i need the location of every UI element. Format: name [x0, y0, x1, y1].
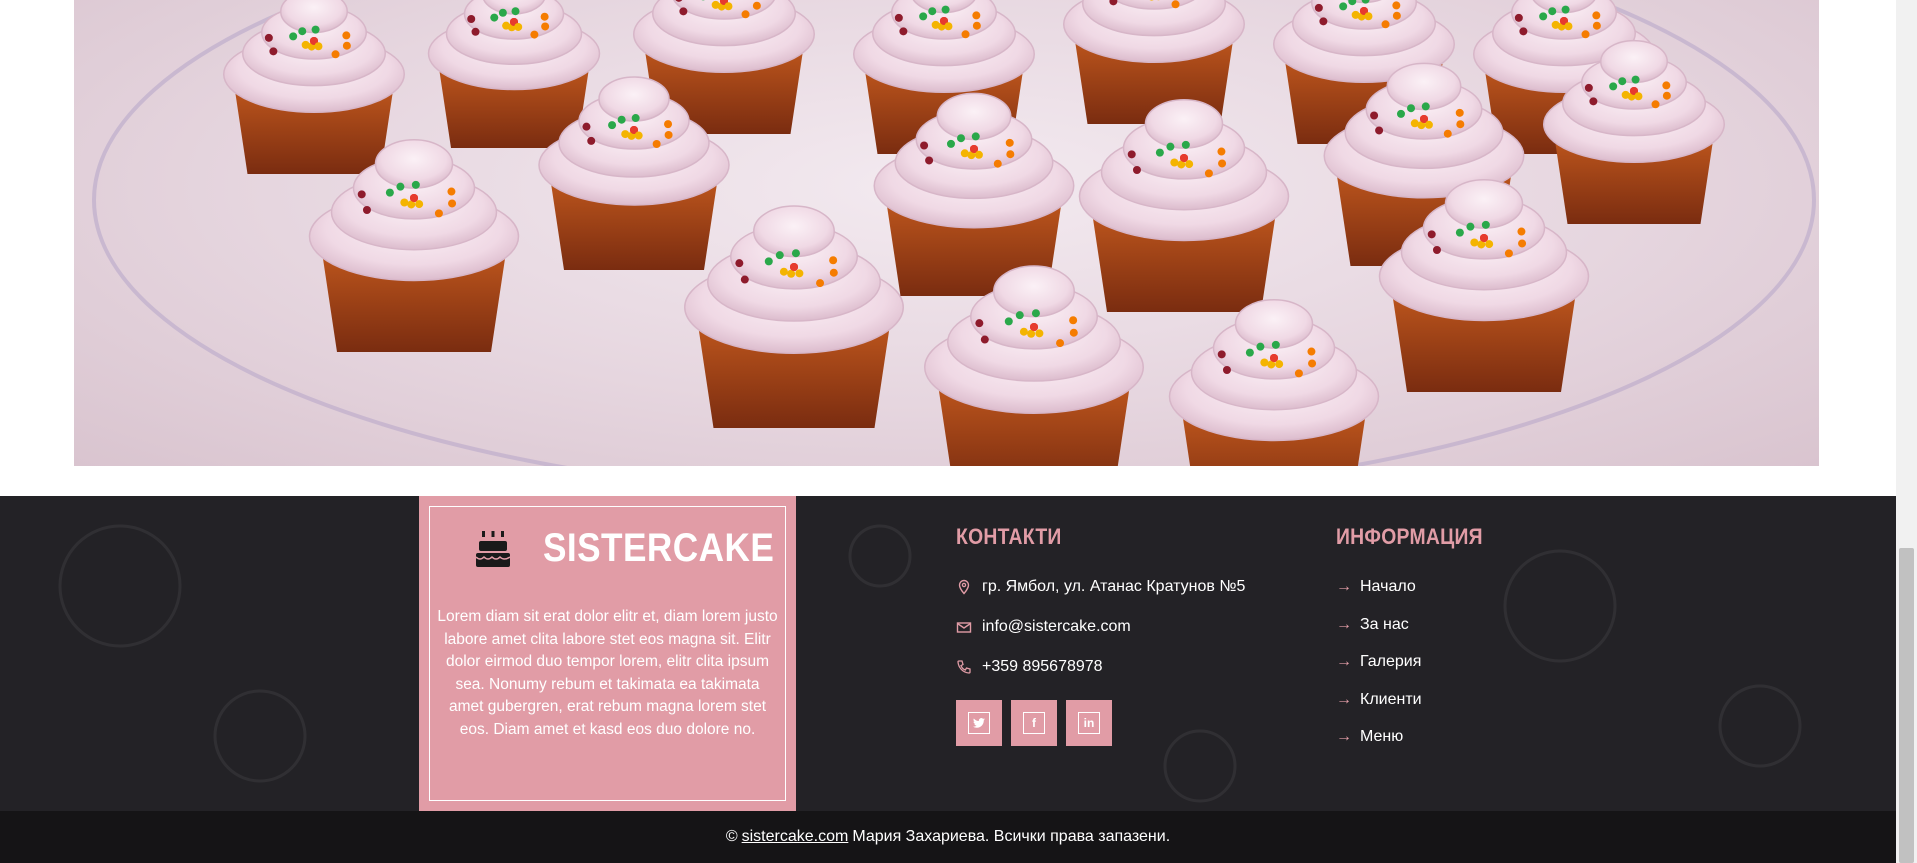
copyright-symbol: © — [725, 828, 738, 845]
contact-email[interactable]: info@sistercake.com — [956, 618, 1131, 636]
contacts-title: КОНТАКТИ — [956, 524, 1062, 549]
address-text: гр. Ямбол, ул. Атанас Кратунов №5 — [982, 578, 1246, 595]
arrow-right-icon: → — [1336, 691, 1352, 708]
scrollbar-thumb[interactable] — [1899, 548, 1914, 863]
brand-logo[interactable]: SISTERCAKE — [475, 526, 806, 571]
arrow-right-icon: → — [1336, 653, 1352, 670]
footer-link-label: За нас — [1360, 616, 1409, 633]
footer-link-label: Начало — [1360, 578, 1416, 595]
contact-phone[interactable]: +359 895678978 — [956, 658, 1103, 676]
footer-link-about[interactable]: → За нас — [1336, 616, 1409, 634]
twitter-icon — [968, 712, 990, 734]
footer-link-clients[interactable]: → Клиенти — [1336, 691, 1422, 709]
gallery-section — [0, 0, 1896, 496]
footer-link-menu[interactable]: → Меню — [1336, 728, 1403, 746]
arrow-right-icon: → — [1336, 728, 1352, 745]
copyright-bar: © sistercake.com Мария Захариева. Всички… — [0, 811, 1896, 863]
facebook-icon: f — [1023, 712, 1045, 734]
linkedin-icon: in — [1078, 712, 1100, 734]
brand-name: SISTERCAKE — [543, 526, 775, 570]
contact-address: гр. Ямбол, ул. Атанас Кратунов №5 — [956, 578, 1245, 596]
linkedin-button[interactable]: in — [1066, 700, 1112, 746]
envelope-icon — [956, 622, 972, 633]
arrow-right-icon: → — [1336, 578, 1352, 595]
twitter-button[interactable] — [956, 700, 1002, 746]
brand-card: SISTERCAKE Lorem diam sit erat dolor eli… — [419, 496, 796, 811]
footer-link-label: Клиенти — [1360, 691, 1422, 708]
facebook-button[interactable]: f — [1011, 700, 1057, 746]
map-marker-icon — [958, 579, 970, 595]
cupcakes-photo — [74, 0, 1819, 466]
email-text[interactable]: info@sistercake.com — [982, 618, 1131, 636]
footer-link-gallery[interactable]: → Галерия — [1336, 653, 1421, 671]
footer: SISTERCAKE Lorem diam sit erat dolor eli… — [0, 496, 1896, 811]
footer-link-home[interactable]: → Начало — [1336, 578, 1416, 596]
phone-text[interactable]: +359 895678978 — [982, 658, 1103, 676]
arrow-right-icon: → — [1336, 616, 1352, 633]
footer-pattern — [58, 524, 1802, 803]
footer-link-label: Меню — [1360, 728, 1404, 745]
footer-link-label: Галерия — [1360, 653, 1422, 670]
birthday-cake-icon — [475, 530, 511, 567]
site-link[interactable]: sistercake.com — [742, 828, 849, 846]
info-title: ИНФОРМАЦИЯ — [1336, 524, 1483, 549]
copyright-text: Мария Захариева. Всички права запазени. — [852, 828, 1171, 845]
brand-description: Lorem diam sit erat dolor elitr et, diam… — [437, 608, 778, 738]
phone-icon — [957, 660, 971, 674]
